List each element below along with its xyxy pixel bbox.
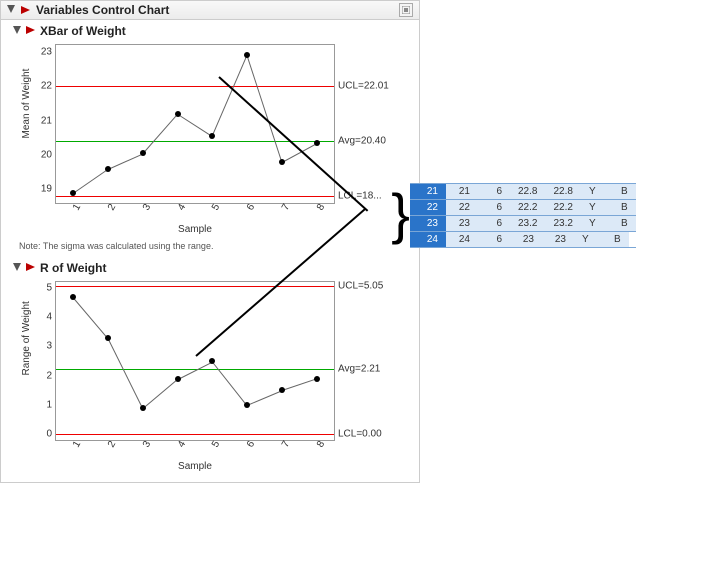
table-row[interactable]: 24 24 6 23 23 Y B xyxy=(410,231,636,248)
table-row[interactable]: 23 23 6 23.2 23.2 Y B xyxy=(410,215,636,232)
row-header: 24 xyxy=(410,232,446,247)
sigma-note: Note: The sigma was calculated using the… xyxy=(1,239,419,257)
hotspot-r-icon[interactable] xyxy=(26,261,36,275)
table-row[interactable]: 22 22 6 22.2 22.2 Y B xyxy=(410,199,636,216)
panel-title: Variables Control Chart xyxy=(36,3,169,17)
table-row[interactable]: 21 21 6 22.8 22.8 Y B xyxy=(410,183,636,200)
r-xlabel: Sample xyxy=(55,461,335,472)
row-header: 22 xyxy=(410,200,446,215)
panel-thumbnail-button[interactable] xyxy=(399,3,413,17)
r-plot: Range of Weight 01234512345678UCL=5.05Av… xyxy=(19,281,399,472)
cell: 6 xyxy=(478,216,510,231)
cell: B xyxy=(604,200,636,215)
r-header: R of Weight xyxy=(1,257,419,277)
row-header: 23 xyxy=(410,216,446,231)
r-title: R of Weight xyxy=(40,261,106,275)
cell: 22 xyxy=(446,200,478,215)
hotspot-main-icon[interactable] xyxy=(20,4,32,16)
cell: B xyxy=(604,184,636,199)
disclose-xbar-icon[interactable] xyxy=(13,24,22,38)
cell: 23.2 xyxy=(510,216,545,231)
cell: 23 xyxy=(446,216,478,231)
cell: B xyxy=(604,216,636,231)
cell: 6 xyxy=(478,232,510,247)
xbar-ylabel: Mean of Weight xyxy=(21,69,32,139)
disclose-main-icon[interactable] xyxy=(7,3,16,17)
cell: 24 xyxy=(446,232,478,247)
cell: 23.2 xyxy=(545,216,580,231)
cell: Y xyxy=(581,200,604,215)
xbar-plot: Mean of Weight 192021222312345678UCL=22.… xyxy=(19,44,399,235)
cell: 22.2 xyxy=(510,200,545,215)
cell: Y xyxy=(581,184,604,199)
xbar-plot-area[interactable]: 192021222312345678UCL=22.01Avg=20.40LCL=… xyxy=(55,44,335,204)
hotspot-xbar-icon[interactable] xyxy=(26,24,36,38)
cell: 22.2 xyxy=(545,200,580,215)
cell: Y xyxy=(581,216,604,231)
r-ylabel: Range of Weight xyxy=(21,301,32,375)
cell: 22.8 xyxy=(510,184,545,199)
cell: 6 xyxy=(478,184,510,199)
variables-control-chart-panel: Variables Control Chart XBar of Weight M… xyxy=(0,0,420,483)
xbar-title: XBar of Weight xyxy=(40,24,126,38)
detail-table: 21 21 6 22.8 22.8 Y B 22 22 6 22.2 22.2 … xyxy=(410,184,636,248)
cell: 22.8 xyxy=(545,184,580,199)
disclose-r-icon[interactable] xyxy=(13,261,22,275)
panel-header: Variables Control Chart xyxy=(1,1,419,20)
brace-icon: } xyxy=(391,186,410,242)
xbar-header: XBar of Weight xyxy=(1,20,419,40)
cell: Y xyxy=(574,232,597,247)
row-header: 21 xyxy=(410,184,446,199)
cell: 21 xyxy=(446,184,478,199)
cell: 23 xyxy=(510,232,542,247)
r-plot-area[interactable]: 01234512345678UCL=5.05Avg=2.21LCL=0.00 xyxy=(55,281,335,441)
cell: 23 xyxy=(542,232,574,247)
cell: 6 xyxy=(478,200,510,215)
cell: B xyxy=(597,232,629,247)
xbar-xlabel: Sample xyxy=(55,224,335,235)
